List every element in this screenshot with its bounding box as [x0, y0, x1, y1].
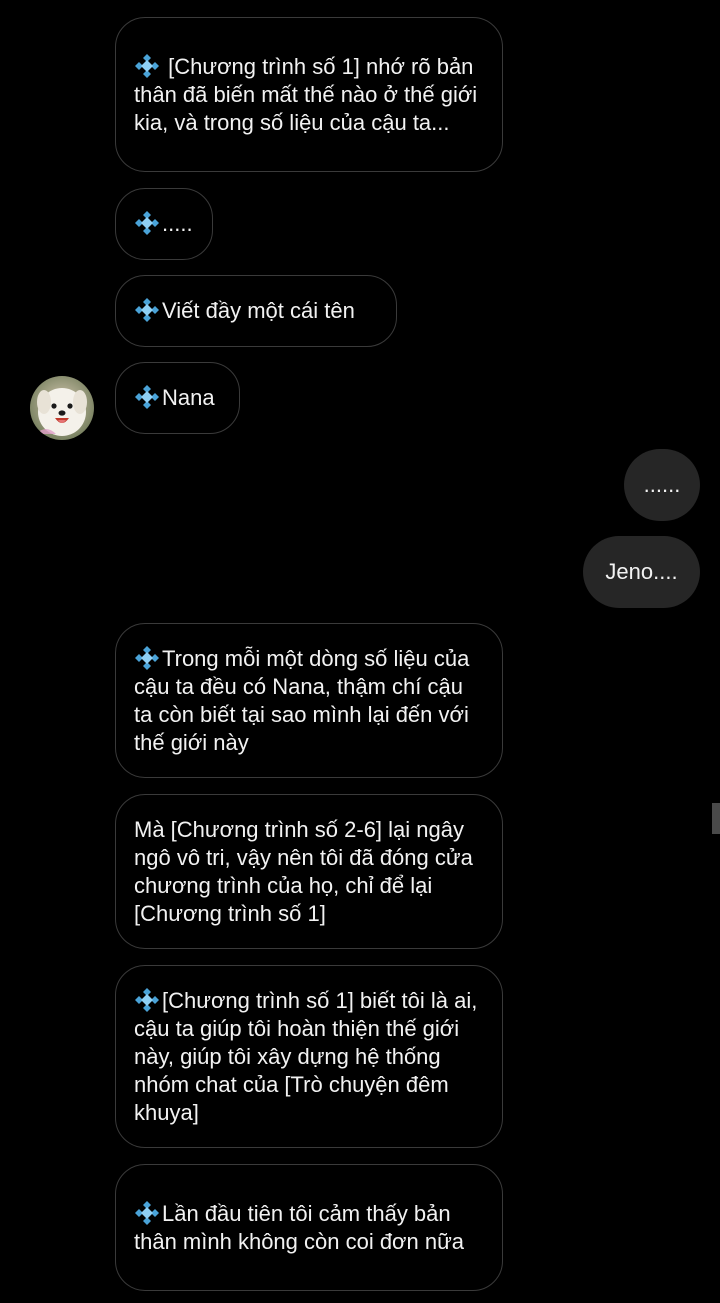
message-text: Lần đầu tiên tôi cảm thấy bản thân mình …	[134, 1200, 465, 1254]
message-bubble[interactable]: Lần đầu tiên tôi cảm thấy bản thân mình …	[115, 1164, 503, 1291]
message-bubble[interactable]: Mà [Chương trình số 2-6] lại ngây ngô vô…	[115, 794, 503, 949]
gem-icon	[135, 385, 159, 409]
message-text: [Chương trình số 1] nhớ rõ bản thân đã b…	[134, 53, 478, 135]
message-text: [Chương trình số 1] biết tôi là ai, cậu …	[134, 987, 478, 1125]
message-bubble[interactable]: Trong mỗi một dòng số liệu của cậu ta đề…	[115, 623, 503, 778]
message-text: Mà [Chương trình số 2-6] lại ngây ngô vô…	[134, 816, 473, 926]
gem-icon	[135, 298, 159, 322]
message-bubble[interactable]: .....	[115, 188, 213, 260]
message-bubble[interactable]: [Chương trình số 1] biết tôi là ai, cậu …	[115, 965, 503, 1148]
message-text: Viết đầy một cái tên	[134, 297, 355, 325]
message-text: Nana	[134, 384, 215, 412]
gem-icon	[135, 987, 159, 1012]
gem-icon	[135, 645, 159, 670]
outgoing-message-bubble[interactable]: ......	[624, 449, 700, 521]
message-text: Trong mỗi một dòng số liệu của cậu ta đề…	[134, 645, 470, 755]
scrollbar-thumb[interactable]	[712, 803, 720, 834]
message-text: .....	[134, 210, 193, 238]
sender-avatar[interactable]	[30, 376, 94, 440]
gem-icon	[135, 53, 159, 78]
gem-icon	[135, 211, 159, 235]
gem-icon	[135, 1200, 159, 1225]
dog-avatar-icon	[30, 376, 94, 440]
message-bubble[interactable]: Nana	[115, 362, 240, 434]
message-text: Jeno....	[605, 559, 678, 584]
message-text: ......	[643, 472, 681, 497]
message-bubble[interactable]: Viết đầy một cái tên	[115, 275, 397, 347]
message-bubble[interactable]: [Chương trình số 1] nhớ rõ bản thân đã b…	[115, 17, 503, 172]
outgoing-message-bubble[interactable]: Jeno....	[583, 536, 700, 608]
